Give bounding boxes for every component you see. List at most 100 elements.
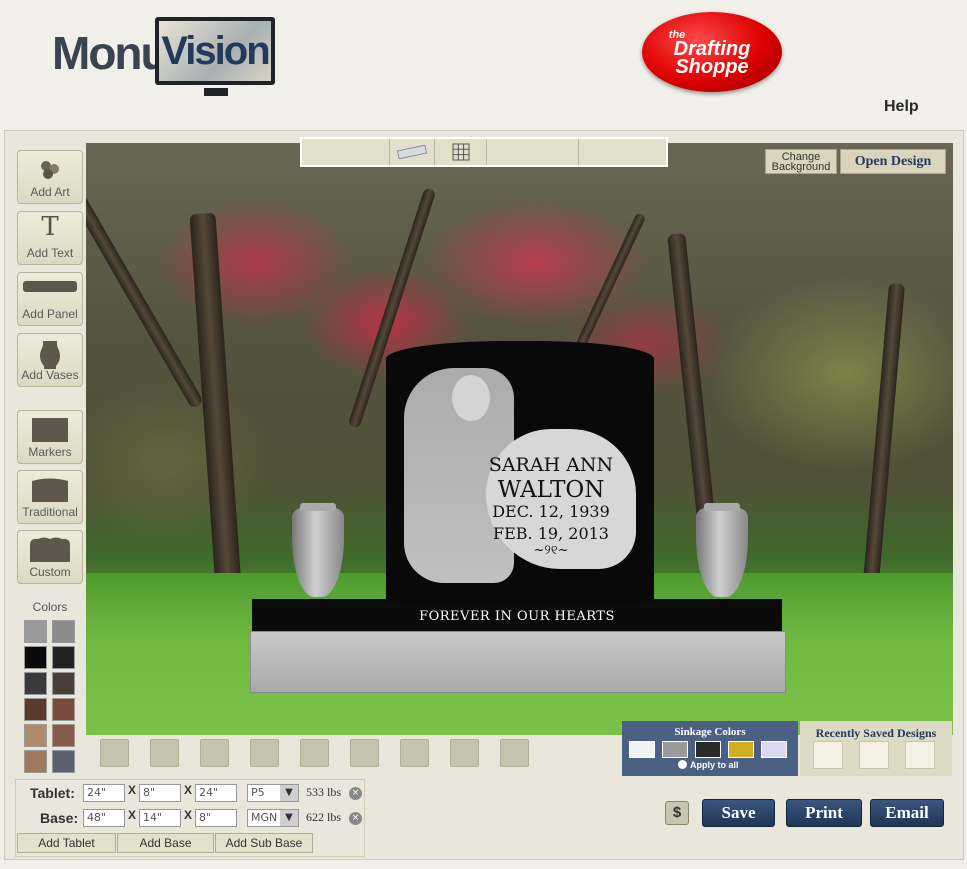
- tool-label: Markers: [28, 445, 72, 459]
- saved-design-slot[interactable]: [813, 741, 843, 769]
- toolbar-slot[interactable]: [487, 139, 579, 165]
- thumbnail-slot[interactable]: [350, 739, 379, 767]
- color-swatch[interactable]: [52, 724, 75, 747]
- color-swatch[interactable]: [24, 646, 47, 669]
- ruler-icon[interactable]: [390, 139, 435, 165]
- monuvision-logo: Monu Vision: [52, 14, 302, 96]
- tool-label: Custom: [29, 565, 71, 579]
- view-toolbar: [300, 137, 668, 167]
- monument-base[interactable]: [250, 631, 786, 693]
- color-swatch[interactable]: [24, 724, 47, 747]
- recently-saved-panel: Recently Saved Designs: [800, 721, 952, 776]
- tablet-shape-select[interactable]: P5 ▼: [247, 784, 299, 802]
- apply-to-all-radio[interactable]: Apply to all: [678, 760, 739, 770]
- base-width-input[interactable]: 48": [83, 809, 125, 827]
- remove-base-icon[interactable]: ×: [349, 812, 362, 825]
- marker-icon: [18, 417, 82, 446]
- sinkage-color-swatch[interactable]: [695, 741, 721, 758]
- color-swatch[interactable]: [24, 698, 47, 721]
- tree-branch: [86, 176, 205, 410]
- toolbar-slot[interactable]: [302, 139, 390, 165]
- tool-label: Add Text: [26, 246, 74, 260]
- tablet-depth-input[interactable]: 8": [139, 784, 181, 802]
- change-background-button[interactable]: Change Background: [765, 149, 837, 174]
- add-vases-button[interactable]: Add Vases: [17, 333, 83, 387]
- tablet-weight: 533 lbs: [306, 785, 342, 799]
- open-design-button[interactable]: Open Design: [840, 149, 946, 174]
- color-swatch[interactable]: [52, 672, 75, 695]
- tool-label: Add Art: [30, 185, 70, 199]
- add-tablet-button[interactable]: Add Tablet: [17, 833, 116, 853]
- tree-trunk: [862, 282, 906, 584]
- thumbnail-slot[interactable]: [200, 739, 229, 767]
- price-button[interactable]: $: [665, 801, 689, 825]
- color-swatch[interactable]: [24, 672, 47, 695]
- logo-text-monu: Monu: [52, 27, 169, 79]
- sinkage-color-swatch[interactable]: [761, 741, 787, 758]
- color-swatch[interactable]: [24, 620, 47, 643]
- sinkage-color-swatch[interactable]: [728, 741, 754, 758]
- add-base-button[interactable]: Add Base: [117, 833, 214, 853]
- chevron-down-icon: ▼: [280, 785, 298, 801]
- epitaph-first-name[interactable]: SARAH ANN: [481, 454, 621, 476]
- traditional-icon: [18, 477, 82, 506]
- base-label: Base:: [40, 810, 79, 826]
- custom-button[interactable]: Custom: [17, 530, 83, 584]
- remove-tablet-icon[interactable]: ×: [349, 787, 362, 800]
- colors-label: Colors: [32, 600, 68, 614]
- grid-icon[interactable]: [435, 139, 487, 165]
- recent-title: Recently Saved Designs: [815, 726, 937, 740]
- thumbnail-slot[interactable]: [400, 739, 429, 767]
- base-shape-select[interactable]: MGN ▼: [247, 809, 299, 827]
- logo-shoppe: Shoppe: [675, 56, 749, 78]
- thumbnail-slot[interactable]: [300, 739, 329, 767]
- sinkage-color-swatch[interactable]: [662, 741, 688, 758]
- thumbnail-slot[interactable]: [250, 739, 279, 767]
- thumbnail-slot[interactable]: [500, 739, 529, 767]
- epitaph-death-date[interactable]: FEB. 19, 2013: [481, 524, 621, 543]
- base-inscription[interactable]: FOREVER IN OUR HEARTS: [252, 609, 782, 624]
- base-height-input[interactable]: 8": [195, 809, 237, 827]
- tablet-height-input[interactable]: 24": [195, 784, 237, 802]
- dim-x: X: [184, 808, 193, 822]
- add-art-button[interactable]: Add Art: [17, 150, 83, 204]
- color-swatch[interactable]: [52, 750, 75, 773]
- thumbnail-slot[interactable]: [100, 739, 129, 767]
- color-swatch[interactable]: [52, 646, 75, 669]
- thumbnail-slot[interactable]: [450, 739, 479, 767]
- help-link[interactable]: Help: [884, 98, 919, 116]
- sinkage-color-swatch[interactable]: [629, 741, 655, 758]
- base-shape-value: MGN: [251, 811, 278, 824]
- angel-head: [452, 375, 490, 421]
- drafting-shoppe-logo[interactable]: the Drafting Shoppe: [642, 12, 782, 92]
- traditional-button[interactable]: Traditional: [17, 470, 83, 524]
- dim-x: X: [184, 783, 193, 797]
- color-swatch[interactable]: [52, 620, 75, 643]
- base-depth-input[interactable]: 14": [139, 809, 181, 827]
- markers-button[interactable]: Markers: [17, 410, 83, 464]
- tablet-label: Tablet:: [30, 785, 75, 801]
- tree-trunk: [189, 212, 245, 634]
- tablet-shape-value: P5: [251, 786, 265, 799]
- saved-design-slot[interactable]: [859, 741, 889, 769]
- thumbnail-slot[interactable]: [150, 739, 179, 767]
- tool-label: Add Panel: [22, 307, 78, 321]
- toolbar-slot[interactable]: [579, 139, 666, 165]
- color-swatch[interactable]: [24, 750, 47, 773]
- sinkage-title: Sinkage Colors: [674, 726, 746, 738]
- design-canvas[interactable]: FOREVER IN OUR HEARTS SARAH ANN WALTON D…: [86, 143, 953, 735]
- add-text-button[interactable]: T Add Text: [17, 211, 83, 265]
- email-button[interactable]: Email: [870, 799, 944, 827]
- add-sub-base-button[interactable]: Add Sub Base: [215, 833, 313, 853]
- epitaph-last-name[interactable]: WALTON: [481, 477, 621, 503]
- color-swatch[interactable]: [52, 698, 75, 721]
- save-button[interactable]: Save: [702, 799, 775, 827]
- saved-design-slot[interactable]: [905, 741, 935, 769]
- tablet-width-input[interactable]: 24": [83, 784, 125, 802]
- add-panel-button[interactable]: Add Panel: [17, 272, 83, 326]
- sinkage-colors-panel: Sinkage Colors Apply to all: [622, 721, 798, 776]
- epitaph-birth-date[interactable]: DEC. 12, 1939: [481, 502, 621, 521]
- dim-x: X: [128, 808, 137, 822]
- print-button[interactable]: Print: [786, 799, 862, 827]
- chevron-down-icon: ▼: [280, 810, 298, 826]
